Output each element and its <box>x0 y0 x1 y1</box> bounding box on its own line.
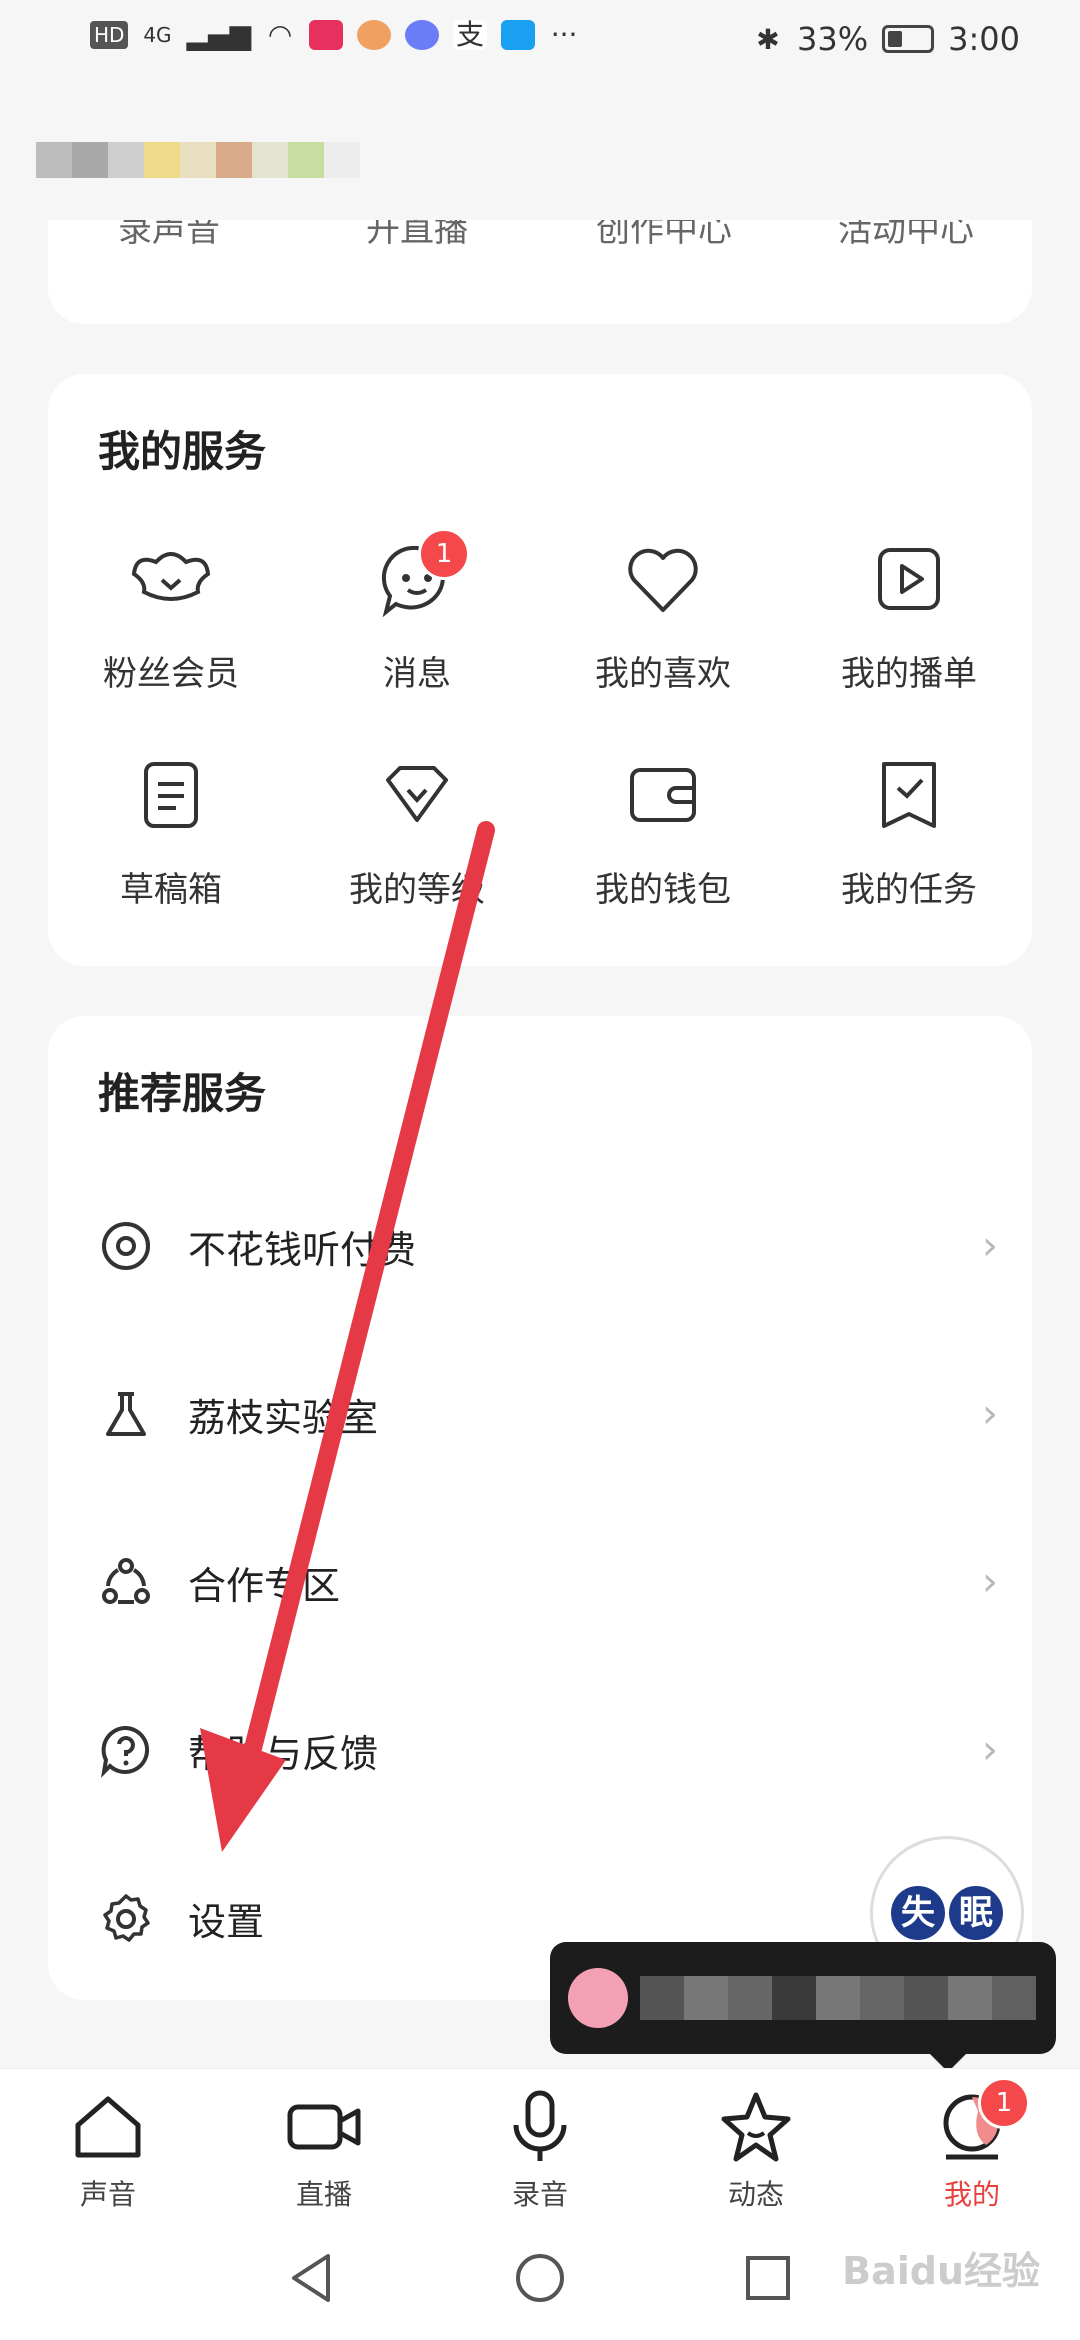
more-icon: ··· <box>550 18 578 51</box>
app-icon-music <box>405 19 440 50</box>
service-my-playlist[interactable]: 我的播单 <box>786 534 1032 695</box>
message-badge: 1 <box>418 528 470 580</box>
level-icon <box>372 750 462 840</box>
service-label: 草稿箱 <box>120 870 222 910</box>
blurred-toast-text <box>640 1976 1036 2020</box>
clock: 3:00 <box>948 20 1020 58</box>
row-label: 帮助与反馈 <box>188 1731 379 1776</box>
help-icon <box>98 1722 154 1778</box>
home-icon <box>68 2087 148 2167</box>
bluetooth-icon: ✱ <box>756 22 780 56</box>
nav-mine[interactable]: 1 我的 <box>902 2077 1042 2213</box>
system-nav-bar: Baidu经验 <box>0 2218 1080 2340</box>
row-lizhi-lab[interactable]: 荔枝实验室 › <box>98 1374 998 1454</box>
signal-icon: ▂▄▆ <box>186 18 252 51</box>
battery-percent: 33% <box>797 20 869 58</box>
home-button-icon[interactable] <box>510 2248 570 2308</box>
nav-sound[interactable]: 声音 <box>38 2087 178 2213</box>
nav-record[interactable]: 录音 <box>470 2087 610 2213</box>
service-my-likes[interactable]: 我的喜欢 <box>540 534 786 695</box>
back-icon[interactable] <box>282 2248 342 2308</box>
network-icon: 4G <box>143 22 172 47</box>
row-label: 不花钱听付费 <box>188 1227 417 1272</box>
row-label: 合作专区 <box>188 1563 341 1608</box>
wifi-icon: ◠ <box>267 18 293 51</box>
service-label: 消息 <box>383 654 451 694</box>
app-icon-alipay: 支 <box>453 19 488 50</box>
star-icon <box>716 2087 796 2167</box>
nav-label: 录音 <box>511 2178 568 2211</box>
shortcut-events[interactable]: 活动中心 <box>838 220 974 251</box>
creator-shortcuts-card: 录声音 开直播 创作中心 活动中心 <box>48 220 1032 324</box>
service-my-level[interactable]: 我的等级 <box>294 750 540 911</box>
avatar <box>568 1968 628 2028</box>
service-fan-member[interactable]: 粉丝会员 <box>48 534 294 695</box>
draft-icon <box>126 750 216 840</box>
nav-label: 我的 <box>943 2178 1000 2211</box>
profile-icon: 1 <box>932 2077 1030 2167</box>
service-label: 我的等级 <box>349 870 485 910</box>
gear-icon <box>98 1890 154 1946</box>
nav-label: 直播 <box>295 2178 352 2211</box>
heart-icon <box>618 534 708 624</box>
service-label: 我的喜欢 <box>595 654 731 694</box>
nav-live[interactable]: 直播 <box>254 2087 394 2213</box>
app-icon-orange <box>357 19 392 50</box>
chevron-right-icon: › <box>982 1391 998 1437</box>
nav-label: 声音 <box>79 2178 136 2211</box>
mine-badge: 1 <box>978 2077 1030 2129</box>
wallet-icon <box>618 750 708 840</box>
video-icon <box>284 2087 364 2167</box>
row-cooperation-zone[interactable]: 合作专区 › <box>98 1542 998 1622</box>
task-icon <box>864 750 954 840</box>
app-icon-search <box>501 19 536 50</box>
shortcut-record[interactable]: 录声音 <box>118 220 220 251</box>
service-message[interactable]: 1 消息 <box>294 528 540 695</box>
service-label: 我的任务 <box>841 870 977 910</box>
service-my-wallet[interactable]: 我的钱包 <box>540 750 786 911</box>
chevron-right-icon: › <box>982 1223 998 1269</box>
my-services-title: 我的服务 <box>98 427 267 476</box>
flask-icon <box>98 1386 154 1442</box>
blurred-username <box>36 142 360 178</box>
row-help-feedback[interactable]: 帮助与反馈 › <box>98 1710 998 1790</box>
shortcut-live[interactable]: 开直播 <box>366 220 468 251</box>
message-icon: 1 <box>372 528 470 624</box>
recommended-services-card: 推荐服务 不花钱听付费 › 荔枝实验室 › 合作专区 › 帮助与反馈 › 设置 <box>48 1016 1032 2000</box>
row-label: 荔枝实验室 <box>188 1395 379 1440</box>
service-label: 粉丝会员 <box>103 654 239 694</box>
disc-icon <box>98 1218 154 1274</box>
nav-dynamics[interactable]: 动态 <box>686 2087 826 2213</box>
shortcut-creator-center[interactable]: 创作中心 <box>596 220 732 251</box>
chevron-right-icon: › <box>982 1727 998 1773</box>
bottom-nav: 声音 直播 录音 动态 1 我的 <box>0 2068 1080 2219</box>
floater-char-2: 眠 <box>949 1886 1003 1940</box>
cooperation-icon <box>98 1554 154 1610</box>
nav-label: 动态 <box>727 2178 784 2211</box>
service-label: 我的播单 <box>841 654 977 694</box>
chevron-right-icon: › <box>982 1559 998 1605</box>
recents-icon[interactable] <box>738 2248 798 2308</box>
status-bar: HD 4G ▂▄▆ ◠ 支 ··· ✱ 33% 3:00 <box>0 0 1080 80</box>
service-my-tasks[interactable]: 我的任务 <box>786 750 1032 911</box>
watermark: Baidu经验 <box>842 2249 1040 2293</box>
playlist-icon <box>864 534 954 624</box>
row-free-paid-listening[interactable]: 不花钱听付费 › <box>98 1206 998 1286</box>
notification-toast[interactable] <box>550 1942 1056 2072</box>
hd-icon: HD <box>90 20 129 49</box>
app-icon-red <box>309 19 344 50</box>
service-drafts[interactable]: 草稿箱 <box>48 750 294 911</box>
my-services-card: 我的服务 粉丝会员 1 消息 我的喜欢 我的播单 草稿箱 我的等级 我的钱包 我… <box>48 374 1032 966</box>
battery-icon <box>882 25 935 53</box>
fan-member-icon <box>126 534 216 624</box>
floater-char-1: 失 <box>891 1886 945 1940</box>
recommended-title: 推荐服务 <box>98 1069 267 1118</box>
mic-icon <box>500 2087 580 2167</box>
service-label: 我的钱包 <box>595 870 731 910</box>
